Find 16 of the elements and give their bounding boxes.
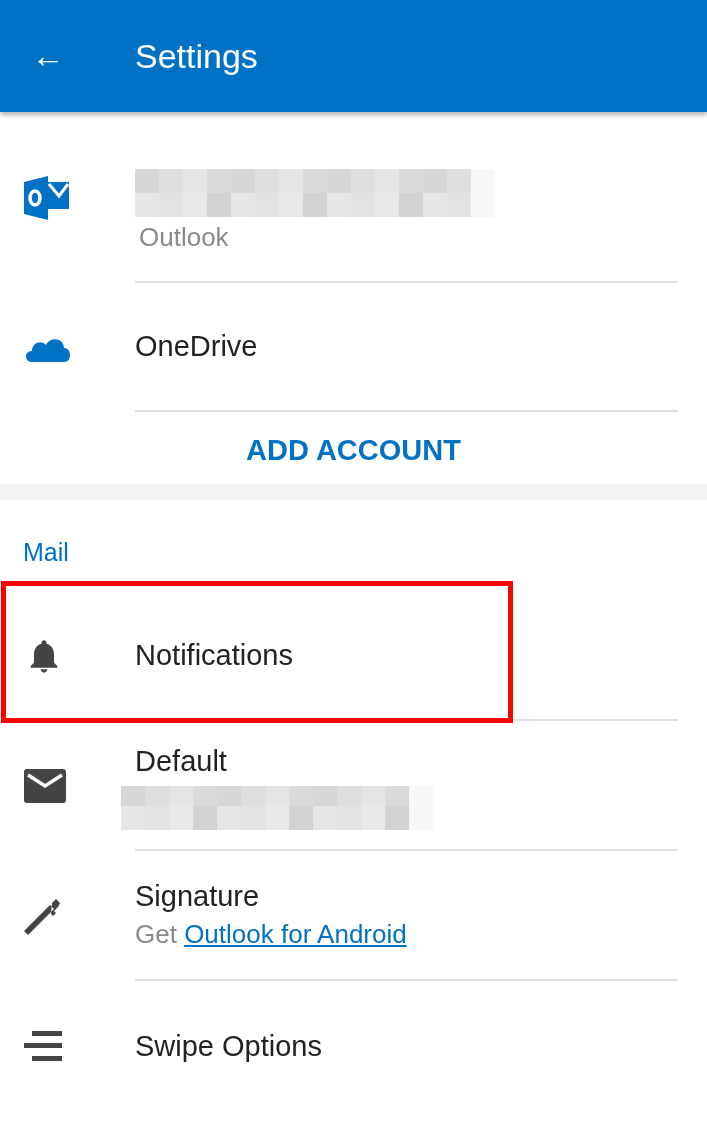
outlook-logo-icon <box>24 175 70 220</box>
account-name: OneDrive <box>135 329 259 364</box>
section-header: Mail <box>22 536 70 568</box>
setting-title: Signature <box>135 878 261 914</box>
setting-title: Notifications <box>135 637 294 673</box>
screen-title: Settings <box>135 35 258 77</box>
back-button[interactable]: ← <box>24 32 72 80</box>
envelope-icon <box>24 769 66 803</box>
account-type: Outlook <box>139 220 230 254</box>
link[interactable]: Outlook for Android <box>184 918 407 949</box>
setting-title: Swipe Options <box>135 1028 323 1064</box>
setting-title: Default <box>135 743 228 779</box>
list-lines-icon <box>24 1031 62 1061</box>
setting-subtitle: Get Outlook for Android <box>135 917 408 951</box>
pencil-icon <box>24 897 62 935</box>
add-account-button[interactable]: ADD ACCOUNT <box>240 428 467 474</box>
